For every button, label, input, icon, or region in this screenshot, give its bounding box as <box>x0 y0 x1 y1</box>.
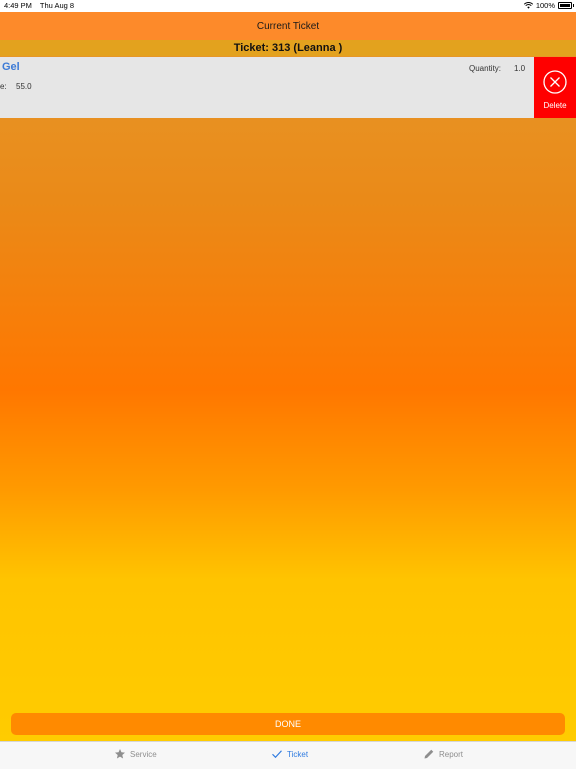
status-left: 4:49 PM Thu Aug 8 <box>4 1 80 10</box>
pencil-icon <box>424 749 434 759</box>
ticket-item-row[interactable]: Gel Quantity: 1.0 e: 55.0 <box>0 57 534 118</box>
done-label: DONE <box>274 719 301 729</box>
status-time: 4:49 PM <box>4 1 32 10</box>
delete-label: Delete <box>543 101 567 110</box>
close-circle-icon <box>543 70 567 94</box>
battery-icon <box>558 2 574 9</box>
status-date: Thu Aug 8 <box>39 1 75 10</box>
status-bar: 4:49 PM Thu Aug 8 100% <box>0 0 576 12</box>
battery-percent: 100% <box>535 1 555 10</box>
tab-bar: Service Ticket Report <box>0 741 576 769</box>
ticket-header: Ticket: 313 (Leanna ) <box>0 40 576 56</box>
tab-ticket-label: Ticket <box>287 749 309 759</box>
price-label: e: <box>0 82 7 91</box>
star-icon <box>115 749 125 759</box>
tab-ticket[interactable]: Ticket <box>271 748 308 760</box>
tab-service-label: Service <box>130 749 157 759</box>
navigation-bar: Current Ticket <box>0 12 576 41</box>
quantity-label: Quantity: <box>469 64 502 73</box>
checkmark-icon <box>272 750 282 759</box>
status-right: 100% <box>523 1 574 10</box>
item-name: Gel <box>2 61 20 73</box>
quantity-value: 1.0 <box>514 64 526 73</box>
tab-service[interactable]: Service <box>114 748 157 760</box>
tab-report-label: Report <box>439 749 464 759</box>
nav-title: Current Ticket <box>256 20 320 32</box>
price-value: 55.0 <box>16 82 32 91</box>
tab-report[interactable]: Report <box>423 748 463 760</box>
ticket-header-text: Ticket: 313 (Leanna ) <box>233 42 343 54</box>
delete-button[interactable]: Delete <box>534 57 576 118</box>
wifi-icon <box>523 2 533 9</box>
done-button[interactable]: DONE <box>11 713 565 735</box>
